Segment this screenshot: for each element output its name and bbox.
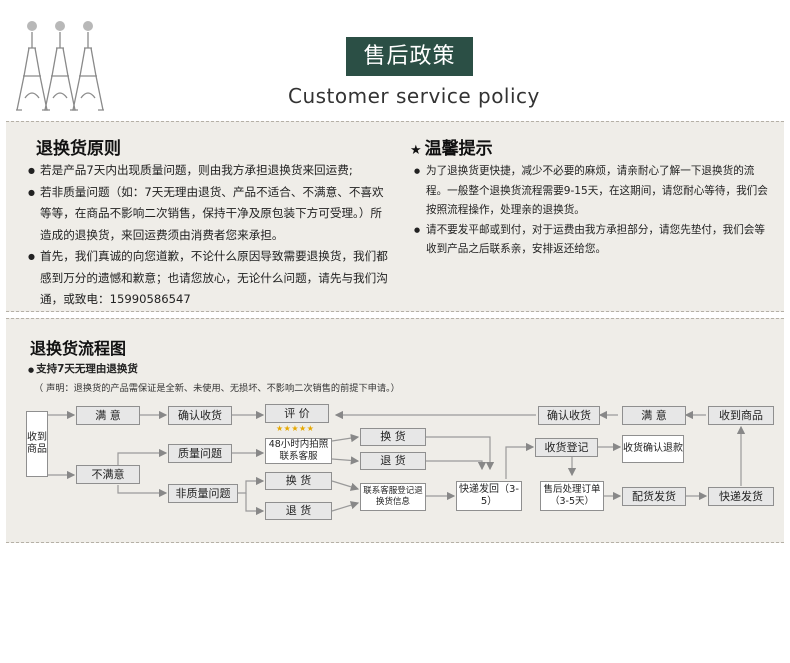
- tips-heading: ★ 温馨提示: [410, 134, 493, 159]
- flow-panel: 退换货流程图 支持7天无理由退换货 （ 声明：退换货的产品需保证是全新、未使用、…: [6, 318, 784, 543]
- flow-contact-48h: 48小时内拍照联系客服: [265, 438, 332, 464]
- flow-register-info: 联系客服登记退换货信息: [360, 483, 426, 511]
- flow-confirm-receipt: 确认收货: [168, 406, 232, 425]
- flow-exchange-1: 换 货: [360, 428, 426, 446]
- flow-after-sale-order: 售后处理订单（3-5天）: [540, 481, 604, 511]
- flow-ship: 配货发货: [622, 487, 686, 506]
- flow-quality-issue: 质量问题: [168, 444, 232, 463]
- list-item: 若是产品7天内出现质量问题，则由我方承担退换货来回运费;: [28, 160, 388, 182]
- flow-return-1: 退 货: [360, 452, 426, 470]
- flow-confirm-refund: 收货确认退款: [622, 435, 684, 463]
- list-item: 若非质量问题（如：7天无理由退货、产品不适合、不满意、不喜欢等等，在商品不影响二…: [28, 182, 388, 247]
- flow-unsatisfied: 不满意: [76, 465, 140, 484]
- principles-list: 若是产品7天内出现质量问题，则由我方承担退换货来回运费; 若非质量问题（如：7天…: [28, 160, 388, 311]
- flow-review: 评 价: [265, 404, 329, 423]
- tips-heading-text: 温馨提示: [424, 139, 493, 159]
- eiffel-tower-logo: [16, 21, 104, 111]
- flow-satisfied: 满 意: [76, 406, 140, 425]
- flow-confirm-receipt-right: 确认收货: [538, 406, 600, 425]
- rating-stars: ★★★★★: [276, 424, 315, 433]
- list-item: 请不要发平邮或到付，对于运费由我方承担部分，请您先垫付，我们会等收到产品之后联系…: [414, 221, 774, 260]
- flow-exchange-2: 换 货: [265, 472, 332, 490]
- flow-satisfied-right: 满 意: [622, 406, 686, 425]
- list-item: 为了退换货更快捷，减少不必要的麻烦，请亲耐心了解一下退换货的流程。一般整个退换货…: [414, 162, 774, 221]
- policy-panel: 退换货原则 若是产品7天内出现质量问题，则由我方承担退换货来回运费; 若非质量问…: [6, 121, 784, 312]
- tips-list: 为了退换货更快捷，减少不必要的麻烦，请亲耐心了解一下退换货的流程。一般整个退换货…: [414, 162, 774, 260]
- list-item: 首先，我们真诚的向您道歉，不论什么原因导致需要退换货，我们都感到万分的遗憾和歉意…: [28, 246, 388, 311]
- flow-express-back: 快递发回（3-5）: [456, 481, 522, 511]
- page-subtitle: Customer service policy: [288, 84, 540, 108]
- star-icon: ★: [410, 143, 422, 158]
- flow-express-ship: 快递发货: [708, 487, 774, 506]
- page-title: 售后政策: [346, 37, 473, 76]
- principles-heading: 退换货原则: [36, 139, 121, 159]
- flow-received: 收到商品: [26, 411, 48, 477]
- flow-received-right: 收到商品: [708, 406, 774, 425]
- flow-receive-register: 收货登记: [535, 438, 598, 457]
- flow-non-quality: 非质量问题: [168, 484, 238, 503]
- flow-return-2: 退 货: [265, 502, 332, 520]
